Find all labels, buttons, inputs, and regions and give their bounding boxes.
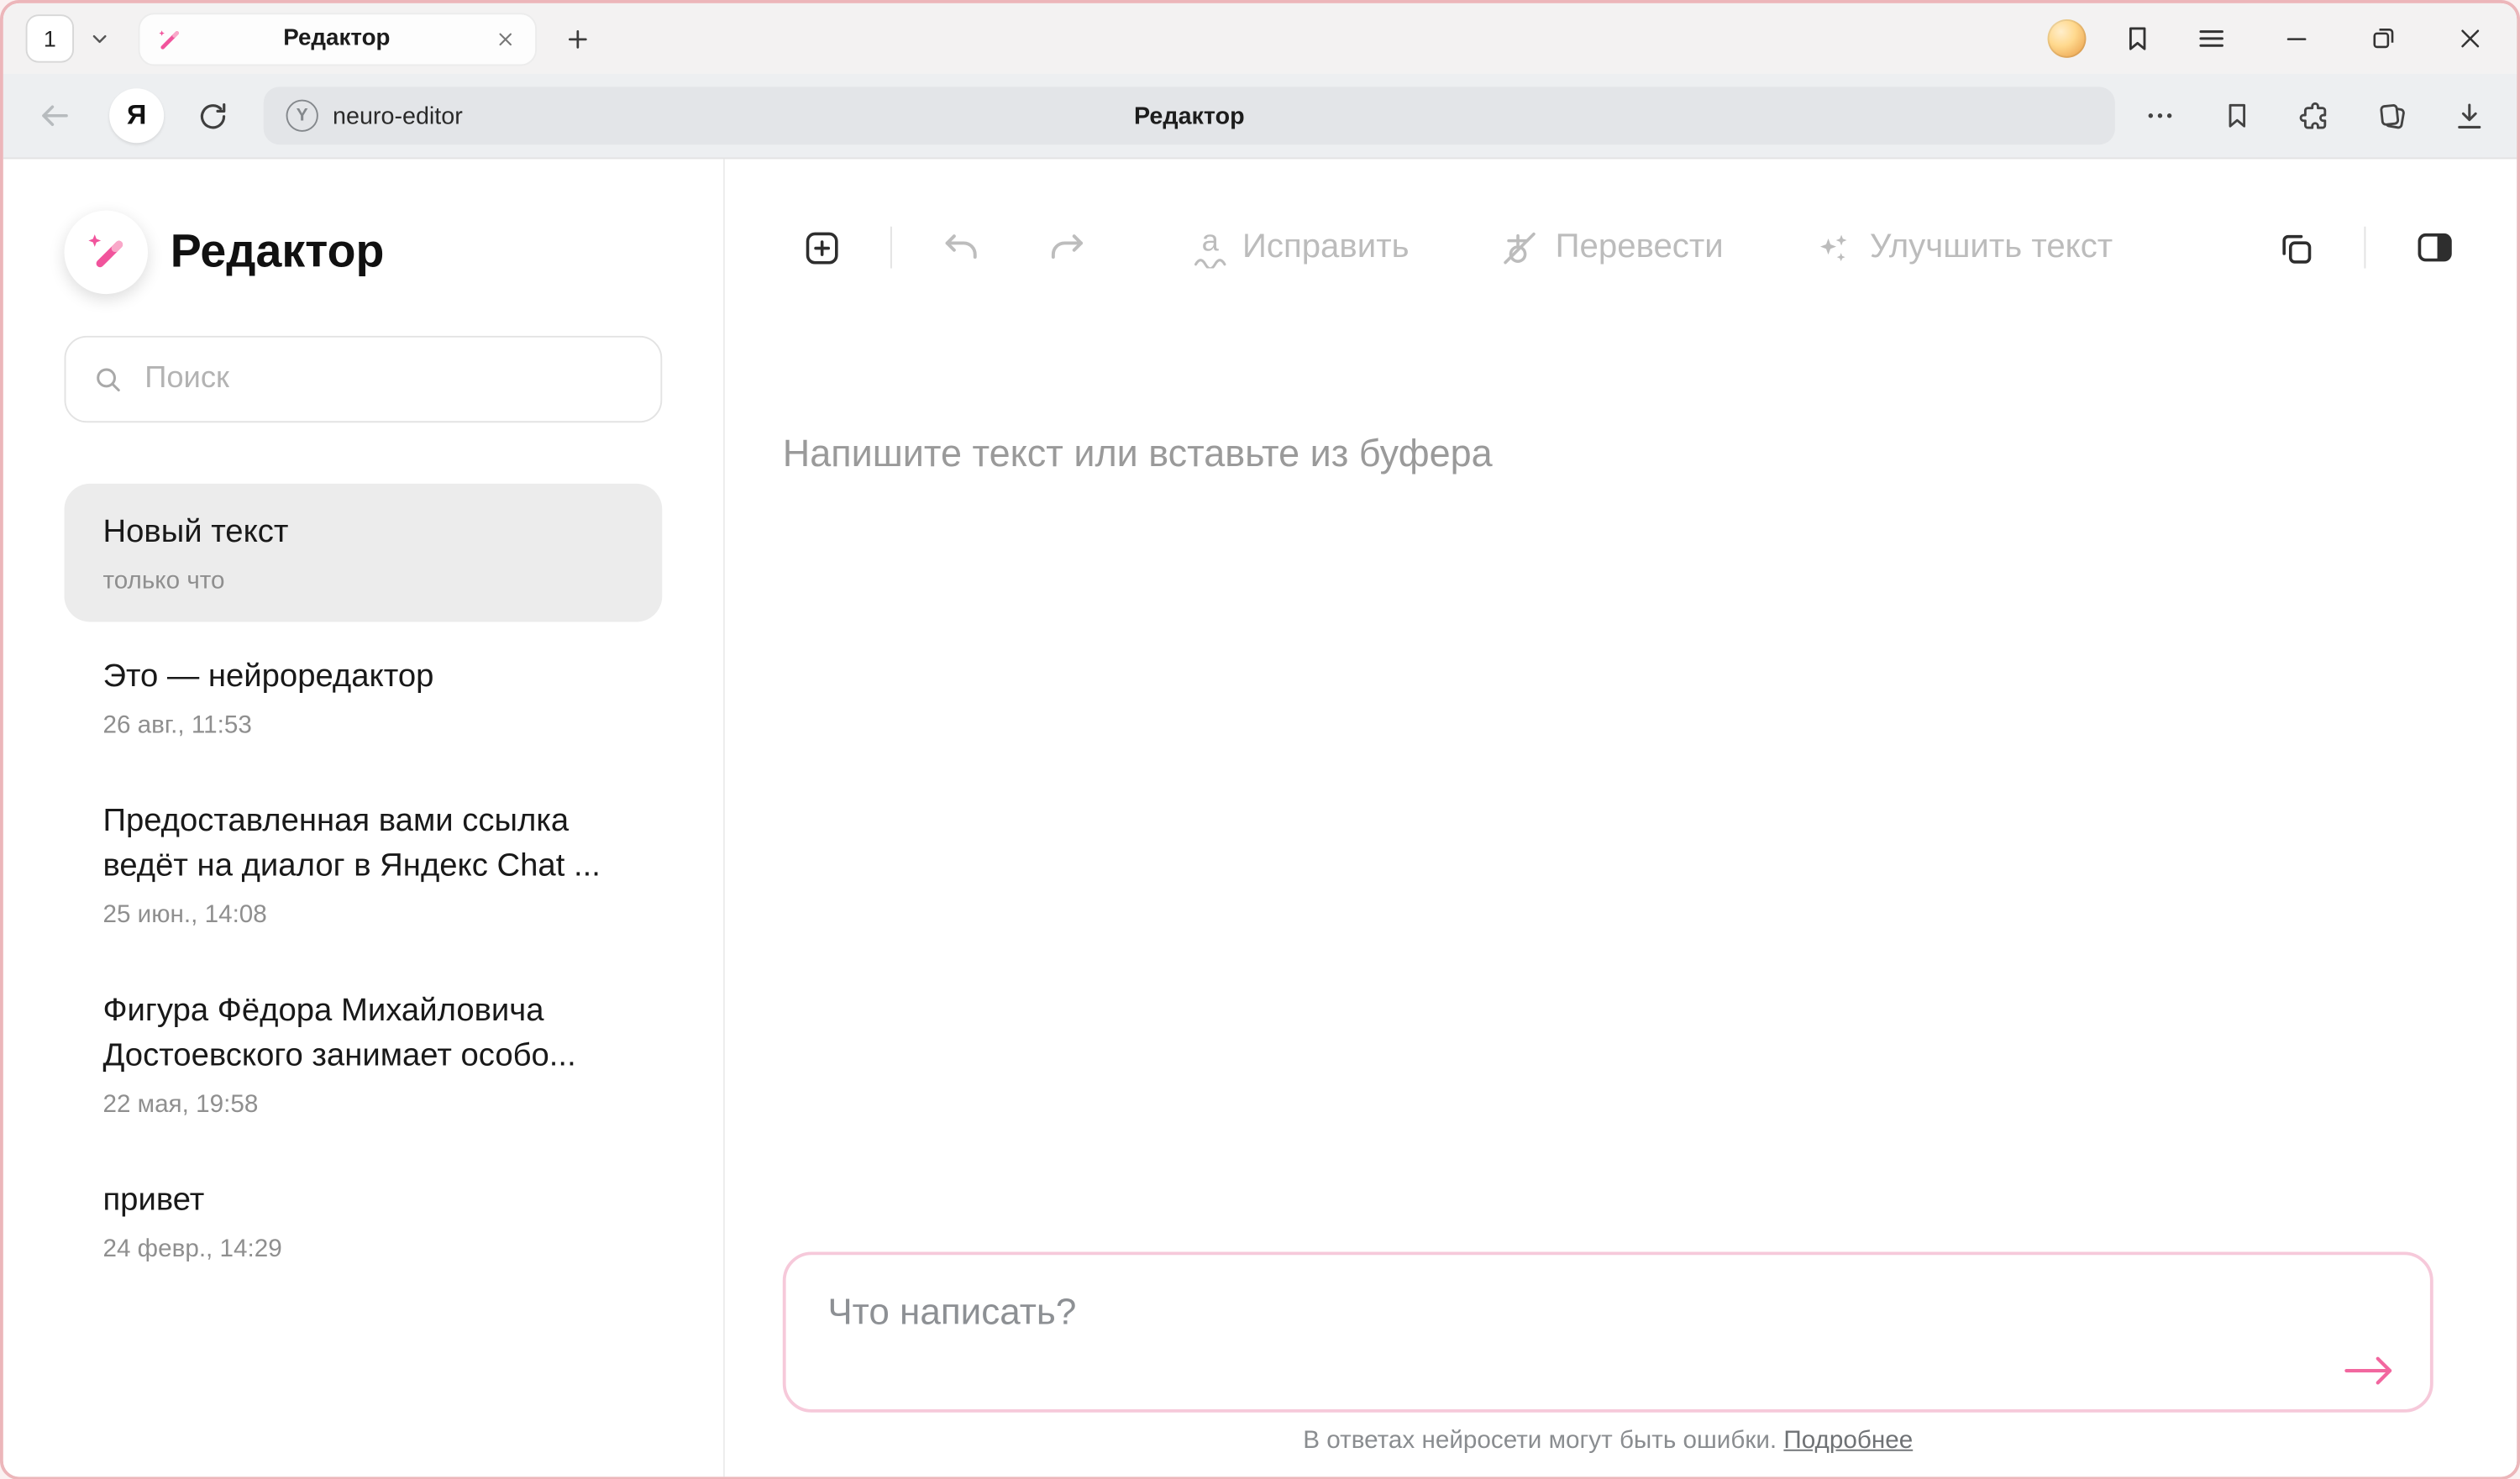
app-logo [65, 211, 148, 294]
sidebar-panel-icon[interactable] [2115, 16, 2160, 61]
site-icon: Y [286, 100, 318, 132]
doc-time: 24 февр., 14:29 [102, 1235, 627, 1264]
tab-count-value: 1 [44, 26, 56, 52]
page-title: Редактор [264, 102, 2115, 129]
tab-close-icon[interactable] [491, 24, 519, 53]
prompt-composer: В ответах нейросети могут быть ошибки. П… [783, 1251, 2433, 1455]
wand-icon [156, 25, 184, 53]
toolbar-divider [890, 227, 892, 269]
sparkles-icon [1814, 228, 1854, 268]
fix-text-button[interactable]: а Исправить [1194, 228, 1410, 268]
yandex-logo[interactable]: Я [109, 88, 164, 143]
avatar[interactable] [2048, 19, 2087, 58]
list-item[interactable]: Новый текст только что [65, 484, 663, 622]
tab-editor[interactable]: Редактор [139, 12, 537, 65]
browser-window: 1 Редактор [0, 0, 2520, 1479]
new-tab-button[interactable] [556, 18, 598, 60]
editor-toolbar: а Исправить Перевести Улучшить текст [725, 159, 2517, 268]
doc-title: Это — нейроредактор [102, 654, 627, 700]
search-box[interactable] [65, 336, 663, 422]
improve-text-button[interactable]: Улучшить текст [1814, 228, 2113, 268]
close-window-icon[interactable] [2446, 14, 2494, 62]
list-item[interactable]: привет 24 февр., 14:29 [65, 1152, 663, 1291]
address-bar: Я Y neuro-editor Редактор [3, 74, 2517, 159]
back-icon[interactable] [29, 90, 80, 141]
document-list: Новый текст только что Это — нейроредакт… [3, 484, 723, 1290]
doc-time: только что [102, 567, 627, 595]
doc-title: Новый текст [102, 510, 627, 555]
app-title: Редактор [171, 226, 385, 279]
translate-button[interactable]: Перевести [1499, 228, 1724, 268]
list-item[interactable]: Предоставленная вами ссылка ведёт на диа… [65, 773, 663, 956]
fix-text-label: Исправить [1242, 228, 1410, 267]
toolbar-divider [2364, 227, 2365, 269]
doc-title: привет [102, 1177, 627, 1223]
copy-icon[interactable] [2276, 228, 2316, 268]
tab-title: Редактор [183, 26, 490, 52]
url-text: neuro-editor [333, 102, 463, 129]
toggle-panel-icon[interactable] [2414, 227, 2456, 269]
search-input[interactable] [141, 360, 634, 399]
prompt-box[interactable] [783, 1251, 2433, 1412]
ai-disclaimer: В ответах нейросети могут быть ошибки. П… [783, 1426, 2433, 1455]
doc-time: 25 июн., 14:08 [102, 901, 627, 930]
disclaimer-text: В ответах нейросети могут быть ошибки. [1303, 1426, 1777, 1454]
collections-icon[interactable] [2369, 93, 2414, 139]
minimize-icon[interactable] [2272, 14, 2320, 62]
site-letter: Y [297, 106, 308, 125]
doc-time: 22 мая, 19:58 [102, 1091, 627, 1120]
new-document-icon[interactable] [802, 228, 843, 268]
editor-pane: а Исправить Перевести Улучшить текст [723, 159, 2517, 1476]
more-icon[interactable] [2138, 93, 2183, 139]
tab-list-chevron-icon[interactable] [81, 16, 119, 61]
restore-window-icon[interactable] [2360, 14, 2407, 62]
neuro-editor-app: Редактор Новый текст только что Это — не… [3, 159, 2517, 1476]
tab-counter[interactable]: 1 [26, 14, 74, 62]
extensions-icon[interactable] [2292, 93, 2337, 139]
tab-strip: 1 Редактор [3, 3, 2517, 74]
bookmark-icon[interactable] [2215, 93, 2260, 139]
url-bar[interactable]: Y neuro-editor Редактор [264, 87, 2115, 144]
search-icon [92, 363, 123, 395]
yandex-letter: Я [127, 100, 146, 132]
undo-icon[interactable] [940, 227, 982, 269]
prompt-input[interactable] [786, 1254, 2430, 1408]
download-icon[interactable] [2446, 93, 2491, 139]
redo-icon[interactable] [1047, 227, 1089, 269]
reload-icon[interactable] [186, 90, 238, 141]
improve-text-label: Улучшить текст [1870, 228, 2113, 267]
translate-label: Перевести [1556, 228, 1724, 267]
app-logo-row: Редактор [65, 211, 723, 294]
doc-title: Фигура Фёдора Михайловича Достоевского з… [102, 989, 627, 1078]
spellcheck-icon: а [1194, 228, 1226, 268]
list-item[interactable]: Фигура Фёдора Михайловича Достоевского з… [65, 962, 663, 1146]
list-item[interactable]: Это — нейроредактор 26 авг., 11:53 [65, 628, 663, 767]
translate-icon [1499, 228, 1540, 268]
doc-title: Предоставленная вами ссылка ведёт на диа… [102, 799, 627, 889]
editor-placeholder[interactable]: Напишите текст или вставьте из буфера [783, 433, 1493, 476]
menu-icon[interactable] [2189, 16, 2234, 61]
disclaimer-link[interactable]: Подробнее [1783, 1426, 1913, 1454]
address-actions [2138, 93, 2491, 139]
doc-time: 26 авг., 11:53 [102, 712, 627, 741]
send-icon[interactable] [2340, 1351, 2398, 1389]
documents-sidebar: Редактор Новый текст только что Это — не… [3, 159, 723, 1476]
